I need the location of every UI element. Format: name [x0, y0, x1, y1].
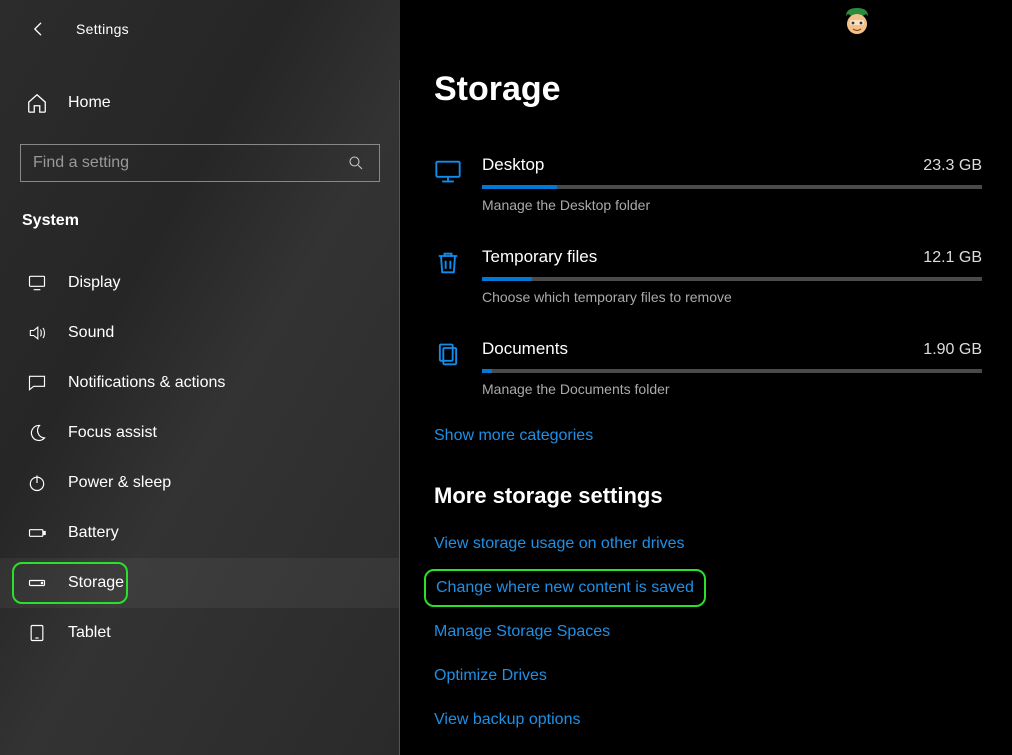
- page-title: Storage: [434, 70, 982, 109]
- nav-power-sleep[interactable]: Power & sleep: [0, 458, 400, 508]
- nav-battery[interactable]: Battery: [0, 508, 400, 558]
- search-input[interactable]: [33, 154, 345, 172]
- nav-label: Tablet: [68, 624, 111, 642]
- storage-name: Temporary files: [482, 247, 597, 267]
- storage-body: Documents 1.90 GB Manage the Documents f…: [482, 339, 982, 397]
- nav-label: Storage: [68, 574, 124, 592]
- nav-focus-assist[interactable]: Focus assist: [0, 408, 400, 458]
- usage-bar: [482, 277, 982, 281]
- link-other-drives[interactable]: View storage usage on other drives: [434, 533, 982, 555]
- back-button[interactable]: [28, 18, 50, 40]
- app-title: Settings: [76, 21, 129, 37]
- trash-icon: [434, 249, 464, 279]
- usage-bar: [482, 369, 982, 373]
- nav-label: Notifications & actions: [68, 374, 225, 392]
- nav-display[interactable]: Display: [0, 258, 400, 308]
- more-storage-heading: More storage settings: [434, 483, 982, 509]
- storage-name: Documents: [482, 339, 568, 359]
- top-row: Settings: [0, 10, 400, 46]
- power-icon: [26, 472, 48, 494]
- link-change-location[interactable]: Change where new content is saved: [436, 577, 694, 599]
- home-button[interactable]: Home: [0, 46, 400, 124]
- highlighted-link: Change where new content is saved: [424, 569, 706, 607]
- usage-bar: [482, 185, 982, 189]
- storage-item-desktop[interactable]: Desktop 23.3 GB Manage the Desktop folde…: [434, 155, 982, 213]
- nav-tablet[interactable]: Tablet: [0, 608, 400, 658]
- storage-body: Desktop 23.3 GB Manage the Desktop folde…: [482, 155, 982, 213]
- storage-name: Desktop: [482, 155, 544, 175]
- home-label: Home: [68, 94, 111, 112]
- desktop-icon: [434, 157, 464, 187]
- more-storage-links: View storage usage on other drives Chang…: [434, 533, 982, 731]
- nav-label: Display: [68, 274, 120, 292]
- nav-notifications[interactable]: Notifications & actions: [0, 358, 400, 408]
- nav-label: Sound: [68, 324, 114, 342]
- settings-window: Settings Home System Display Sound: [0, 0, 1012, 755]
- storage-body: Temporary files 12.1 GB Choose which tem…: [482, 247, 982, 305]
- storage-desc: Choose which temporary files to remove: [482, 289, 982, 305]
- link-backup-options[interactable]: View backup options: [434, 709, 982, 731]
- sidebar: Settings Home System Display Sound: [0, 0, 400, 755]
- home-icon: [26, 92, 48, 114]
- search-box[interactable]: [20, 144, 380, 182]
- content-pane: Storage Desktop 23.3 GB Manage the Deskt…: [400, 0, 1012, 755]
- storage-item-documents[interactable]: Documents 1.90 GB Manage the Documents f…: [434, 339, 982, 397]
- nav-label: Battery: [68, 524, 119, 542]
- storage-size: 12.1 GB: [923, 249, 982, 267]
- nav-label: Power & sleep: [68, 474, 171, 492]
- nav-sound[interactable]: Sound: [0, 308, 400, 358]
- nav-list: Display Sound Notifications & actions Fo…: [0, 258, 400, 658]
- link-storage-spaces[interactable]: Manage Storage Spaces: [434, 621, 982, 643]
- storage-desc: Manage the Documents folder: [482, 381, 982, 397]
- link-optimize-drives[interactable]: Optimize Drives: [434, 665, 982, 687]
- storage-item-temp[interactable]: Temporary files 12.1 GB Choose which tem…: [434, 247, 982, 305]
- section-label: System: [0, 182, 400, 240]
- show-more-link[interactable]: Show more categories: [434, 425, 593, 447]
- avatar: [842, 6, 872, 40]
- documents-icon: [434, 341, 464, 371]
- tablet-icon: [26, 622, 48, 644]
- drive-icon: [26, 572, 48, 594]
- storage-size: 1.90 GB: [923, 341, 982, 359]
- search-icon: [345, 152, 367, 174]
- message-icon: [26, 372, 48, 394]
- battery-icon: [26, 522, 48, 544]
- monitor-icon: [26, 272, 48, 294]
- storage-desc: Manage the Desktop folder: [482, 197, 982, 213]
- storage-size: 23.3 GB: [923, 157, 982, 175]
- nav-label: Focus assist: [68, 424, 157, 442]
- moon-icon: [26, 422, 48, 444]
- nav-storage[interactable]: Storage: [0, 558, 400, 608]
- speaker-icon: [26, 322, 48, 344]
